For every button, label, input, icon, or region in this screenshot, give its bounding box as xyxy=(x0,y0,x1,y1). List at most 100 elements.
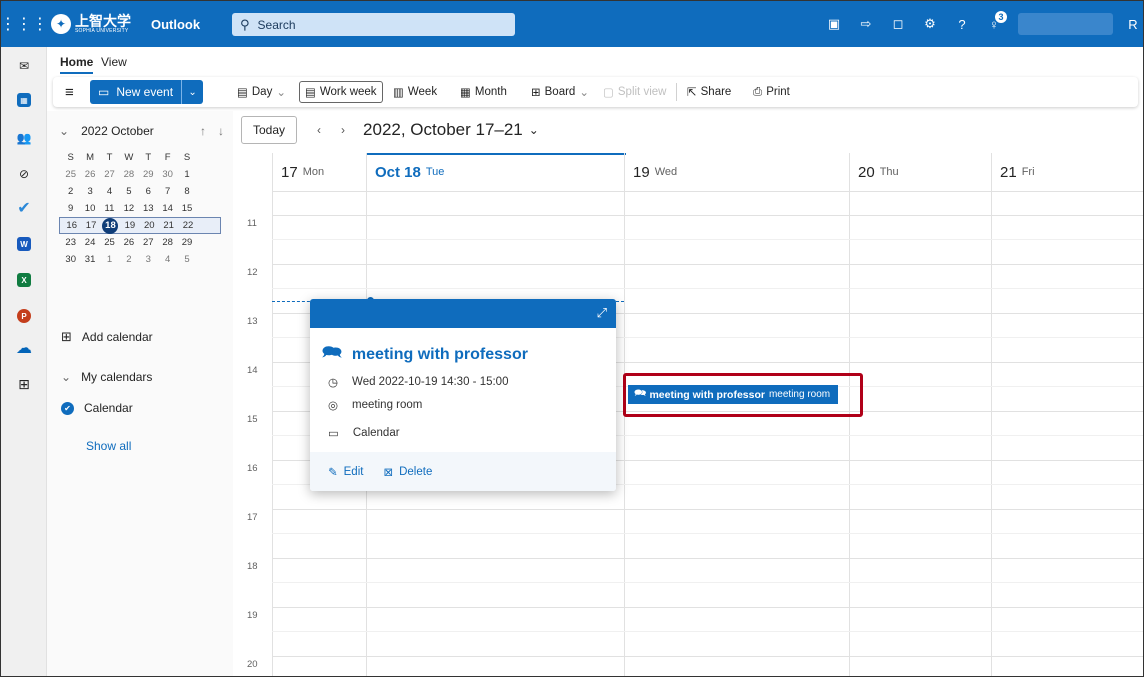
minical-day[interactable]: 21 xyxy=(159,220,178,231)
minical-day[interactable]: 15 xyxy=(177,203,196,214)
minical-day[interactable]: 24 xyxy=(80,237,99,248)
minical-day[interactable]: 7 xyxy=(158,186,177,197)
powerpoint-icon[interactable]: P xyxy=(13,305,35,327)
chevron-down-icon[interactable]: ⌄ xyxy=(182,87,203,98)
help-icon[interactable]: ? xyxy=(946,17,978,32)
excel-icon[interactable]: X xyxy=(13,269,35,291)
minical-day[interactable]: 16 xyxy=(62,220,81,231)
minical-day[interactable]: 14 xyxy=(158,203,177,214)
calendar-icon[interactable]: ▦ xyxy=(13,89,35,111)
avatar[interactable]: R xyxy=(1121,17,1143,32)
minical-day[interactable]: 28 xyxy=(119,169,138,180)
mail-icon[interactable]: ✉ xyxy=(13,55,35,77)
chevron-down-icon[interactable]: ⌄ xyxy=(529,123,539,137)
view-month-button[interactable]: ▦ Month xyxy=(460,85,507,99)
minical-day[interactable]: 8 xyxy=(177,186,196,197)
gear-icon[interactable]: ⚙ xyxy=(914,16,946,32)
bell-icon[interactable]: ◻ xyxy=(882,16,914,32)
minical-day[interactable]: 18 xyxy=(101,217,120,234)
minical-day[interactable]: 26 xyxy=(119,237,138,248)
minical-day[interactable]: 25 xyxy=(61,169,80,180)
minical-day[interactable]: 27 xyxy=(100,169,119,180)
minical-day[interactable]: 29 xyxy=(177,237,196,248)
mytasks-icon[interactable]: ⇨ xyxy=(850,16,882,32)
search-box[interactable]: ⚲ Search xyxy=(232,13,515,36)
minical-day[interactable]: 30 xyxy=(61,254,80,265)
view-workweek-button[interactable]: ▤ Work week xyxy=(299,81,383,103)
minical-day[interactable]: 27 xyxy=(139,237,158,248)
my-calendars-group[interactable]: ⌄ My calendars xyxy=(61,370,152,384)
tab-home[interactable]: Home xyxy=(60,55,94,74)
day-header[interactable]: 21 Fri xyxy=(991,153,1143,191)
next-month-icon[interactable]: ↓ xyxy=(218,124,224,138)
minical-day[interactable]: 29 xyxy=(139,169,158,180)
day-header[interactable]: 19 Wed xyxy=(624,153,849,191)
university-logo[interactable]: ✦ 上智大学 SOPHIA UNIVERSITY xyxy=(51,1,131,47)
collapse-chevron-icon[interactable]: ⌄ xyxy=(59,124,69,138)
minical-day[interactable]: 12 xyxy=(119,203,138,214)
next-week-icon[interactable]: › xyxy=(341,123,345,137)
split-view-button[interactable]: ▢ Split view xyxy=(603,85,666,99)
day-header[interactable]: Oct 18 Tue xyxy=(366,153,624,191)
people-icon[interactable]: 👥 xyxy=(13,127,35,149)
minical-today[interactable]: 18 xyxy=(102,217,119,234)
minical-day[interactable]: 2 xyxy=(61,186,80,197)
attach-icon[interactable]: ⊘ xyxy=(13,163,35,185)
minical-day[interactable]: 28 xyxy=(158,237,177,248)
minical-day[interactable]: 4 xyxy=(100,186,119,197)
minical-day[interactable]: 1 xyxy=(100,254,119,265)
print-button[interactable]: ⎙ Print xyxy=(753,86,790,99)
minical-day[interactable]: 3 xyxy=(139,254,158,265)
checkmark-icon[interactable]: ✔ xyxy=(61,401,74,415)
delete-button[interactable]: ⊠ Delete xyxy=(383,465,432,479)
minical-day[interactable]: 31 xyxy=(80,254,99,265)
word-icon[interactable]: W xyxy=(13,233,35,255)
show-all-link[interactable]: Show all xyxy=(86,439,131,453)
minical-day[interactable]: 13 xyxy=(139,203,158,214)
app-name[interactable]: Outlook xyxy=(151,17,200,32)
edit-button[interactable]: ✎ Edit xyxy=(328,465,363,479)
minical-day[interactable]: 9 xyxy=(61,203,80,214)
tab-view[interactable]: View xyxy=(101,55,127,69)
calendar-item[interactable]: ✔ Calendar xyxy=(61,401,133,415)
expand-icon[interactable]: ⤢ xyxy=(597,305,607,321)
minical-day[interactable]: 5 xyxy=(177,254,196,265)
view-day-button[interactable]: ▤ Day ⌄ xyxy=(237,85,286,99)
date-range-label[interactable]: 2022, October 17–21 xyxy=(363,120,523,140)
minical-day[interactable]: 3 xyxy=(80,186,99,197)
minical-day[interactable]: 30 xyxy=(158,169,177,180)
share-button[interactable]: ⇱ Share xyxy=(687,85,731,99)
minical-day[interactable]: 20 xyxy=(140,220,159,231)
minical-day[interactable]: 5 xyxy=(119,186,138,197)
minical-day[interactable]: 6 xyxy=(139,186,158,197)
teams-icon[interactable]: ▣ xyxy=(818,16,850,32)
minical-day[interactable]: 11 xyxy=(100,203,119,214)
minical-day[interactable]: 26 xyxy=(80,169,99,180)
tips-icon[interactable]: ♀ 3 xyxy=(978,10,1010,32)
new-event-button[interactable]: ▭ New event ⌄ xyxy=(90,80,204,104)
app-launcher-icon[interactable]: ⋮⋮⋮ xyxy=(1,1,48,47)
view-week-button[interactable]: ▥ Week xyxy=(393,85,437,99)
minical-day[interactable]: 2 xyxy=(119,254,138,265)
day-header[interactable]: 17 Mon xyxy=(272,153,366,191)
menu-toggle-icon[interactable]: ≡ xyxy=(65,84,74,101)
minical-day[interactable]: 10 xyxy=(80,203,99,214)
add-calendar-button[interactable]: ⊞ Add calendar xyxy=(61,329,153,345)
minical-day[interactable]: 25 xyxy=(100,237,119,248)
minical-day[interactable]: 19 xyxy=(120,220,139,231)
minical-day[interactable]: 17 xyxy=(81,220,100,231)
minical-day[interactable]: 23 xyxy=(61,237,80,248)
day-header[interactable]: 20 Thu xyxy=(849,153,991,191)
prev-week-icon[interactable]: ‹ xyxy=(317,123,321,137)
onedrive-icon[interactable]: ☁ xyxy=(13,337,35,359)
prev-month-icon[interactable]: ↑ xyxy=(200,124,206,138)
more-apps-icon[interactable]: ⊞ xyxy=(13,373,35,395)
todo-icon[interactable]: ✔ xyxy=(13,197,35,219)
today-button[interactable]: Today xyxy=(241,116,298,144)
minical-day[interactable]: 22 xyxy=(178,220,197,231)
minical-day[interactable]: 1 xyxy=(177,169,196,180)
minical-month[interactable]: 2022 October xyxy=(81,124,154,138)
account-name-redacted[interactable] xyxy=(1018,13,1113,35)
view-board-button[interactable]: ⊞ Board ⌄ xyxy=(531,85,589,99)
minical-day[interactable]: 4 xyxy=(158,254,177,265)
